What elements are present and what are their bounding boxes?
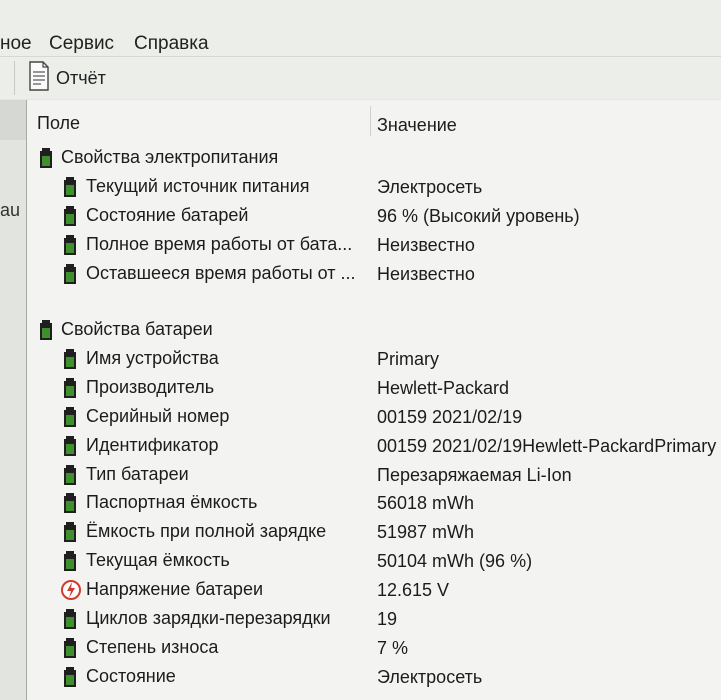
battery-icon [61, 406, 81, 428]
document-icon [28, 60, 50, 96]
property-row[interactable]: Степень износа 7 % [27, 634, 721, 662]
toolbar-separator [14, 61, 15, 95]
property-row[interactable]: Оставшееся время работы от ... Неизвестно [27, 260, 721, 288]
property-value: Primary [377, 348, 439, 369]
navigation-pane-highlight [0, 100, 26, 140]
property-value: Hewlett-Packard [377, 377, 510, 398]
property-value: Перезаряжаемая Li-Ion [377, 464, 572, 485]
details-panel: Поле Значение Свойства электропитания Тек… [27, 100, 721, 700]
property-row[interactable]: Состояние Электросеть [27, 663, 721, 691]
property-value: 50104 mWh (96 %) [377, 551, 533, 572]
property-name: Состояние [86, 665, 176, 686]
property-name: Текущая ёмкость [86, 550, 230, 571]
property-value: 00159 2021/02/19Hewlett-PackardPrimary [377, 435, 717, 456]
property-name: Производитель [86, 376, 215, 397]
property-row[interactable]: Производитель Hewlett-Packard [27, 374, 721, 402]
battery-icon [61, 377, 81, 399]
property-name: Серийный номер [86, 405, 230, 426]
property-row[interactable]: Идентификатор 00159 2021/02/19Hewlett-Pac… [27, 432, 721, 460]
section-title: Свойства батареи [61, 319, 213, 339]
property-row[interactable]: Текущая ёмкость 50104 mWh (96 %) [27, 547, 721, 575]
property-row[interactable]: Напряжение батареи 12.615 V [27, 576, 721, 604]
property-value: 56018 mWh [377, 493, 475, 514]
property-row[interactable]: Имя устройства Primary [27, 345, 721, 373]
menu-item-view[interactable]: ное [0, 33, 32, 55]
property-value: Электросеть [377, 666, 483, 687]
battery-icon [61, 550, 81, 572]
menu-item-help[interactable]: Справка [134, 33, 209, 55]
property-value: 96 % (Высокий уровень) [377, 205, 580, 226]
property-name: Паспортная ёмкость [86, 492, 258, 513]
battery-icon [37, 319, 57, 341]
property-row[interactable]: Паспортная ёмкость 56018 mWh [27, 489, 721, 517]
property-value: Неизвестно [377, 263, 475, 284]
toolbar: Отчёт [0, 57, 721, 99]
battery-icon [37, 147, 57, 169]
column-header-value[interactable]: Значение [377, 115, 457, 136]
property-row[interactable]: Полное время работы от бата... Неизвестно [27, 231, 721, 259]
battery-icon [61, 205, 81, 227]
property-name: Имя устройства [86, 347, 219, 368]
property-name: Полное время работы от бата... [86, 233, 353, 254]
property-name: Напряжение батареи [86, 579, 264, 600]
property-value: 7 % [377, 637, 409, 658]
property-row[interactable]: Состояние батарей 96 % (Высокий уровень) [27, 202, 721, 230]
property-name: Текущий источник питания [86, 175, 310, 196]
column-divider[interactable] [370, 106, 371, 136]
battery-icon [61, 521, 81, 543]
section-header[interactable]: Свойства батареи [27, 316, 721, 344]
report-button[interactable]: Отчёт [28, 60, 106, 96]
battery-icon [61, 176, 81, 198]
property-value: 12.615 V [377, 580, 450, 601]
battery-icon [61, 234, 81, 256]
battery-icon [61, 608, 81, 630]
property-value: 00159 2021/02/19 [377, 406, 523, 427]
battery-icon [61, 666, 81, 688]
property-row[interactable]: Циклов зарядки-перезарядки 19 [27, 605, 721, 633]
property-row[interactable]: Ёмкость при полной зарядке 51987 mWh [27, 518, 721, 546]
property-name: Оставшееся время работы от ... [86, 262, 356, 283]
property-row[interactable]: Тип батареи Перезаряжаемая Li-Ion [27, 461, 721, 489]
menu-bar: ное Сервис Справка [0, 0, 721, 57]
property-row[interactable]: Текущий источник питания Электросеть [27, 173, 721, 201]
property-name: Состояние батарей [86, 204, 249, 225]
battery-icon [61, 492, 81, 514]
property-row[interactable]: Серийный номер 00159 2021/02/19 [27, 403, 721, 431]
property-name: Ёмкость при полной зарядке [86, 521, 327, 542]
battery-icon [61, 464, 81, 486]
section-title: Свойства электропитания [61, 147, 279, 167]
property-value: Электросеть [377, 176, 483, 197]
section-header[interactable]: Свойства электропитания [27, 144, 721, 172]
battery-icon [61, 263, 81, 285]
property-value: 19 [377, 609, 398, 629]
property-value: Неизвестно [377, 234, 475, 255]
property-name: Степень износа [86, 636, 219, 657]
property-value: 51987 mWh [377, 522, 475, 543]
report-button-label: Отчёт [56, 67, 106, 88]
property-name: Тип батареи [86, 463, 189, 484]
property-name: Циклов зарядки-перезарядки [86, 608, 331, 628]
menu-item-service[interactable]: Сервис [49, 33, 114, 55]
table-header: Поле Значение [27, 100, 721, 144]
navigation-pane-fragment: au [0, 200, 21, 220]
voltage-icon [61, 579, 81, 601]
navigation-pane[interactable]: au [0, 100, 27, 700]
battery-icon [61, 348, 81, 370]
property-name: Идентификатор [86, 434, 219, 455]
battery-icon [61, 435, 81, 457]
battery-icon [61, 637, 81, 659]
column-header-field[interactable]: Поле [37, 113, 80, 134]
